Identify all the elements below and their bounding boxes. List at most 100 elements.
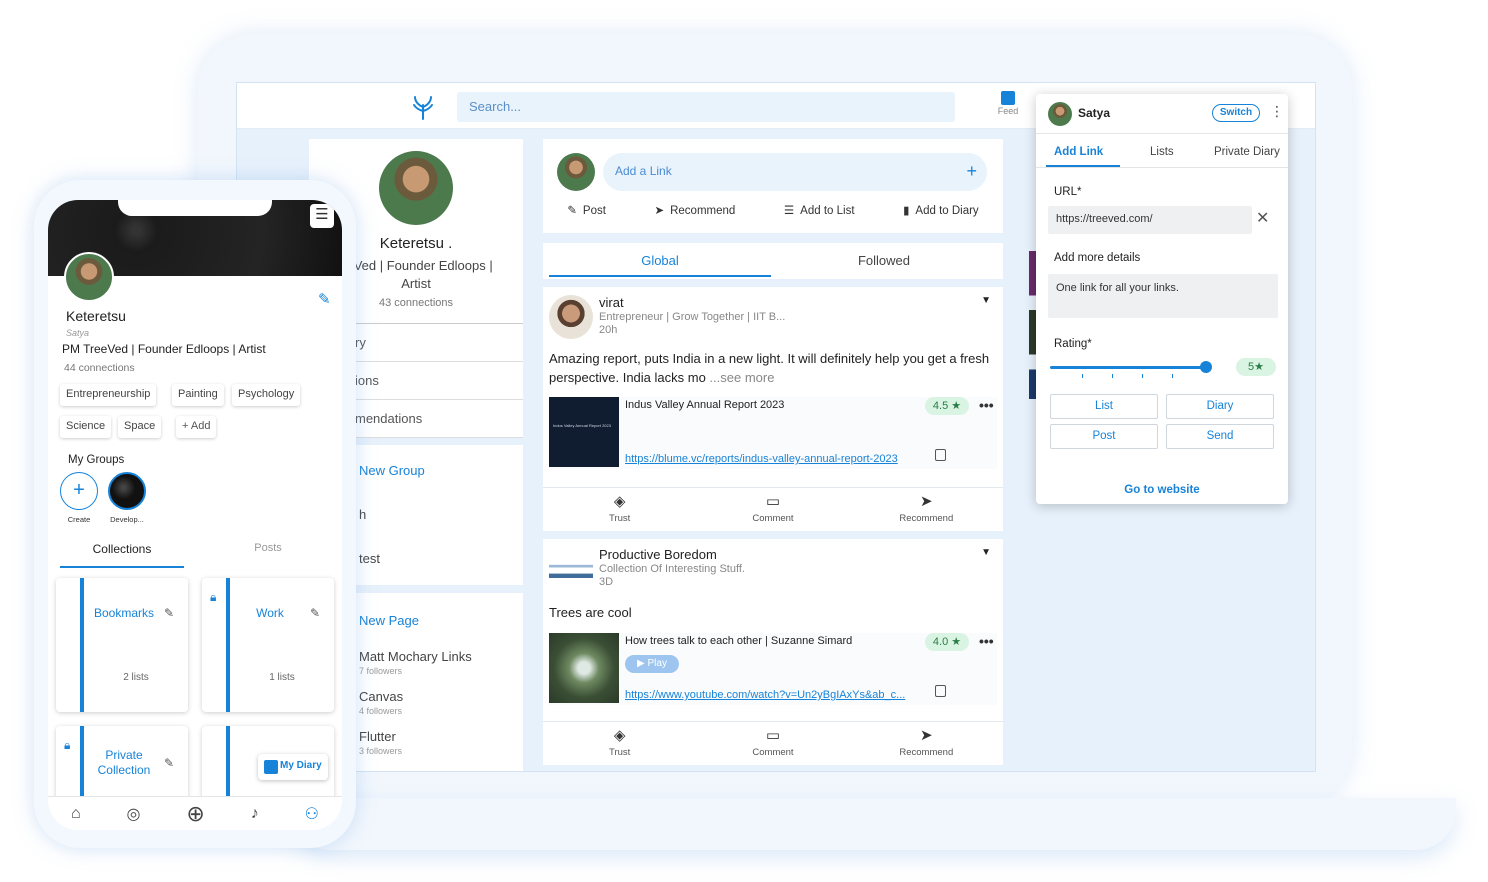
copy-icon[interactable] bbox=[935, 449, 946, 461]
recommend-button[interactable]: ➤ Recommend bbox=[654, 203, 735, 217]
plus-icon[interactable]: + bbox=[966, 161, 977, 182]
group-item[interactable]: test bbox=[359, 551, 380, 566]
more-options-icon[interactable]: ••• bbox=[979, 633, 994, 649]
author-avatar[interactable] bbox=[549, 295, 593, 339]
tab-posts[interactable]: Posts bbox=[206, 538, 330, 554]
search-input[interactable]: Search... bbox=[457, 92, 955, 122]
page-item-followers: 7 followers bbox=[359, 666, 403, 676]
profile-connections[interactable]: 44 connections bbox=[64, 362, 135, 374]
link-preview[interactable]: How trees talk to each other | Suzanne S… bbox=[549, 633, 997, 705]
interest-chip[interactable]: Science bbox=[60, 416, 112, 438]
profile-icon[interactable]: ⚇ bbox=[305, 804, 319, 824]
copy-icon[interactable] bbox=[935, 685, 946, 697]
new-page-link[interactable]: New Page bbox=[359, 613, 419, 628]
tab-private-diary[interactable]: Private Diary bbox=[1214, 146, 1280, 158]
post-author[interactable]: Productive Boredom bbox=[599, 547, 717, 562]
go-to-website-link[interactable]: Go to website bbox=[1036, 484, 1288, 496]
laptop-base bbox=[290, 798, 1456, 850]
edit-icon[interactable]: ✎ bbox=[164, 606, 174, 620]
add-to-list-button[interactable]: ☰ Add to List bbox=[784, 203, 855, 217]
more-options-icon[interactable]: ••• bbox=[979, 397, 994, 413]
rating-badge: 4.0 ★ bbox=[925, 633, 969, 651]
add-circle-icon[interactable]: ⊕ bbox=[186, 801, 204, 827]
create-group-button[interactable]: + bbox=[60, 472, 98, 510]
link-title: How trees talk to each other | Suzanne S… bbox=[625, 635, 853, 647]
profile-avatar[interactable] bbox=[379, 151, 453, 225]
see-more-link[interactable]: ...see more bbox=[706, 370, 774, 385]
link-preview[interactable]: Indus Valley Annual Report 2023 Indus Va… bbox=[549, 397, 997, 469]
post-icon: ✎ bbox=[567, 205, 577, 217]
recommend-button[interactable]: ➤ Recommend bbox=[866, 488, 986, 531]
post-author[interactable]: virat bbox=[599, 295, 624, 310]
kebab-menu-icon[interactable]: ⋮ bbox=[1270, 103, 1284, 120]
author-avatar[interactable] bbox=[549, 547, 593, 591]
page-item[interactable]: Canvas 4 followers bbox=[359, 689, 403, 716]
treeved-logo-icon[interactable] bbox=[409, 93, 437, 121]
post-button[interactable]: Post bbox=[1050, 424, 1158, 449]
page-item-name: Canvas bbox=[359, 689, 404, 704]
avatar[interactable] bbox=[64, 252, 114, 302]
tab-followed[interactable]: Followed bbox=[773, 243, 995, 277]
interest-chip[interactable]: Painting bbox=[172, 384, 224, 406]
send-button[interactable]: Send bbox=[1166, 424, 1274, 449]
my-diary-badge[interactable]: My Diary bbox=[258, 754, 328, 780]
trust-button[interactable]: ◈ Trust bbox=[560, 488, 680, 531]
edit-icon[interactable]: ✎ bbox=[318, 290, 331, 308]
url-field[interactable]: https://treeved.com/ bbox=[1048, 206, 1252, 234]
tab-lists[interactable]: Lists bbox=[1150, 146, 1174, 158]
list-button[interactable]: List bbox=[1050, 394, 1158, 419]
link-title: Indus Valley Annual Report 2023 bbox=[625, 399, 785, 411]
tab-collections[interactable]: Collections bbox=[60, 538, 184, 568]
plus-icon: + bbox=[73, 479, 85, 501]
add-to-list-label: Add to List bbox=[800, 205, 855, 217]
comment-icon: ▭ bbox=[765, 493, 781, 510]
chevron-down-icon[interactable]: ▼ bbox=[981, 295, 991, 306]
diary-button[interactable]: Diary bbox=[1166, 394, 1274, 419]
play-button[interactable]: ▶ Play bbox=[625, 655, 679, 673]
slider-tick bbox=[1142, 374, 1143, 378]
home-icon[interactable]: ⌂ bbox=[71, 805, 81, 823]
trust-button[interactable]: ◈ Trust bbox=[560, 722, 680, 765]
comment-button[interactable]: ▭ Comment bbox=[713, 722, 833, 765]
comment-button[interactable]: ▭ Comment bbox=[713, 488, 833, 531]
link-url[interactable]: https://www.youtube.com/watch?v=Un2yBgIA… bbox=[625, 689, 905, 701]
hamburger-menu-icon[interactable]: ☰ bbox=[310, 204, 334, 228]
group-item[interactable]: h bbox=[359, 507, 366, 522]
composer: Add a Link + ✎ Post ➤ Recommend ☰ Add to Li… bbox=[543, 139, 1003, 233]
new-group-link[interactable]: New Group bbox=[359, 463, 425, 478]
add-interest-button[interactable]: + Add bbox=[176, 416, 217, 438]
group-avatar[interactable] bbox=[108, 472, 146, 510]
collection-card[interactable]: Bookmarks ✎ 2 lists bbox=[56, 578, 188, 712]
collection-card[interactable]: 🔒︎ Work ✎ 1 lists bbox=[202, 578, 334, 712]
rating-label: Rating* bbox=[1054, 338, 1092, 350]
add-to-diary-button[interactable]: ▮ Add to Diary bbox=[903, 203, 979, 217]
post-button[interactable]: ✎ Post bbox=[567, 203, 606, 217]
page-item[interactable]: Flutter 3 followers bbox=[359, 729, 402, 756]
recommend-button[interactable]: ➤ Recommend bbox=[866, 722, 986, 765]
interest-chip[interactable]: Space bbox=[118, 416, 162, 438]
edit-icon[interactable]: ✎ bbox=[164, 756, 174, 770]
chevron-down-icon[interactable]: ▼ bbox=[981, 547, 991, 558]
bell-icon[interactable]: ♪ bbox=[251, 805, 259, 823]
post-card: virat Entrepreneur | Grow Together | IIT… bbox=[543, 287, 1003, 531]
switch-button[interactable]: Switch bbox=[1212, 104, 1260, 122]
rating-slider[interactable] bbox=[1050, 366, 1204, 369]
nav-feed[interactable]: Feed bbox=[993, 91, 1023, 116]
tab-add-link[interactable]: Add Link bbox=[1054, 146, 1103, 158]
interest-chip[interactable]: Psychology bbox=[232, 384, 301, 406]
page-item-name: Flutter bbox=[359, 729, 396, 744]
diary-icon: ▮ bbox=[903, 205, 910, 217]
edit-icon[interactable]: ✎ bbox=[310, 606, 320, 620]
tab-global[interactable]: Global bbox=[549, 243, 771, 277]
details-textarea[interactable]: One link for all your links. bbox=[1048, 274, 1278, 318]
add-link-input[interactable]: Add a Link + bbox=[603, 153, 987, 191]
slider-handle[interactable] bbox=[1200, 361, 1212, 373]
link-url[interactable]: https://blume.vc/reports/indus-valley-an… bbox=[625, 453, 898, 465]
close-icon[interactable]: ✕ bbox=[1256, 208, 1269, 228]
page-item[interactable]: Matt Mochary Links 7 followers bbox=[359, 649, 472, 676]
stage: Search... Feed Keteretsu . eeVed | Found… bbox=[0, 0, 1488, 882]
feed-tabs: Global Followed bbox=[543, 243, 1003, 279]
post-author-headline: Entrepreneur | Grow Together | IIT B... bbox=[599, 311, 786, 323]
compass-icon[interactable]: ◎ bbox=[127, 804, 141, 824]
interest-chip[interactable]: Entrepreneurship bbox=[60, 384, 157, 406]
